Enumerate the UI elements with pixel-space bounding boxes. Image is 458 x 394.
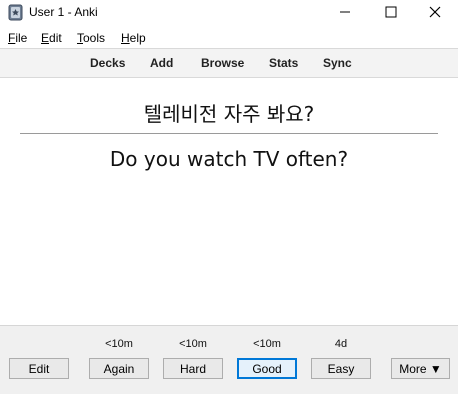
menu-bar: File Edit Tools Help <box>0 28 458 48</box>
minimize-button[interactable] <box>322 0 368 26</box>
toolbar-sync-link[interactable]: Sync <box>323 56 352 70</box>
again-button[interactable]: Again <box>89 358 149 379</box>
menu-edit[interactable]: Edit <box>41 31 62 45</box>
easy-button[interactable]: Easy <box>311 358 371 379</box>
toolbar-stats-link[interactable]: Stats <box>269 56 298 70</box>
good-button[interactable]: Good <box>237 358 297 379</box>
menu-file[interactable]: File <box>8 31 27 45</box>
maximize-button[interactable] <box>368 0 414 26</box>
main-toolbar: Decks Add Browse Stats Sync <box>0 48 458 78</box>
edit-button[interactable]: Edit <box>9 358 69 379</box>
more-button[interactable]: More ▼ <box>391 358 450 379</box>
toolbar-add-link[interactable]: Add <box>150 56 173 70</box>
again-interval: <10m <box>105 338 133 350</box>
toolbar-browse-link[interactable]: Browse <box>201 56 244 70</box>
easy-interval: 4d <box>334 338 348 350</box>
hard-button[interactable]: Hard <box>163 358 223 379</box>
answer-bar: <10m <10m <10m 4d Edit Again Hard Good E… <box>0 325 458 394</box>
card-view: 텔레비전 자주 봐요? Do you watch TV often? <box>0 78 458 324</box>
card-front-text: 텔레비전 자주 봐요? <box>143 102 315 126</box>
close-button[interactable] <box>412 0 458 26</box>
hard-interval: <10m <box>179 338 207 350</box>
card-back-text: Do you watch TV often? <box>109 147 349 171</box>
title-bar: User 1 - Anki <box>0 0 458 26</box>
good-interval: <10m <box>253 338 281 350</box>
anki-app-icon <box>8 4 23 21</box>
answer-divider <box>20 133 438 134</box>
toolbar-decks-link[interactable]: Decks <box>90 56 125 70</box>
menu-tools[interactable]: Tools <box>77 31 105 45</box>
window-title: User 1 - Anki <box>29 5 98 19</box>
menu-help[interactable]: Help <box>121 31 146 45</box>
